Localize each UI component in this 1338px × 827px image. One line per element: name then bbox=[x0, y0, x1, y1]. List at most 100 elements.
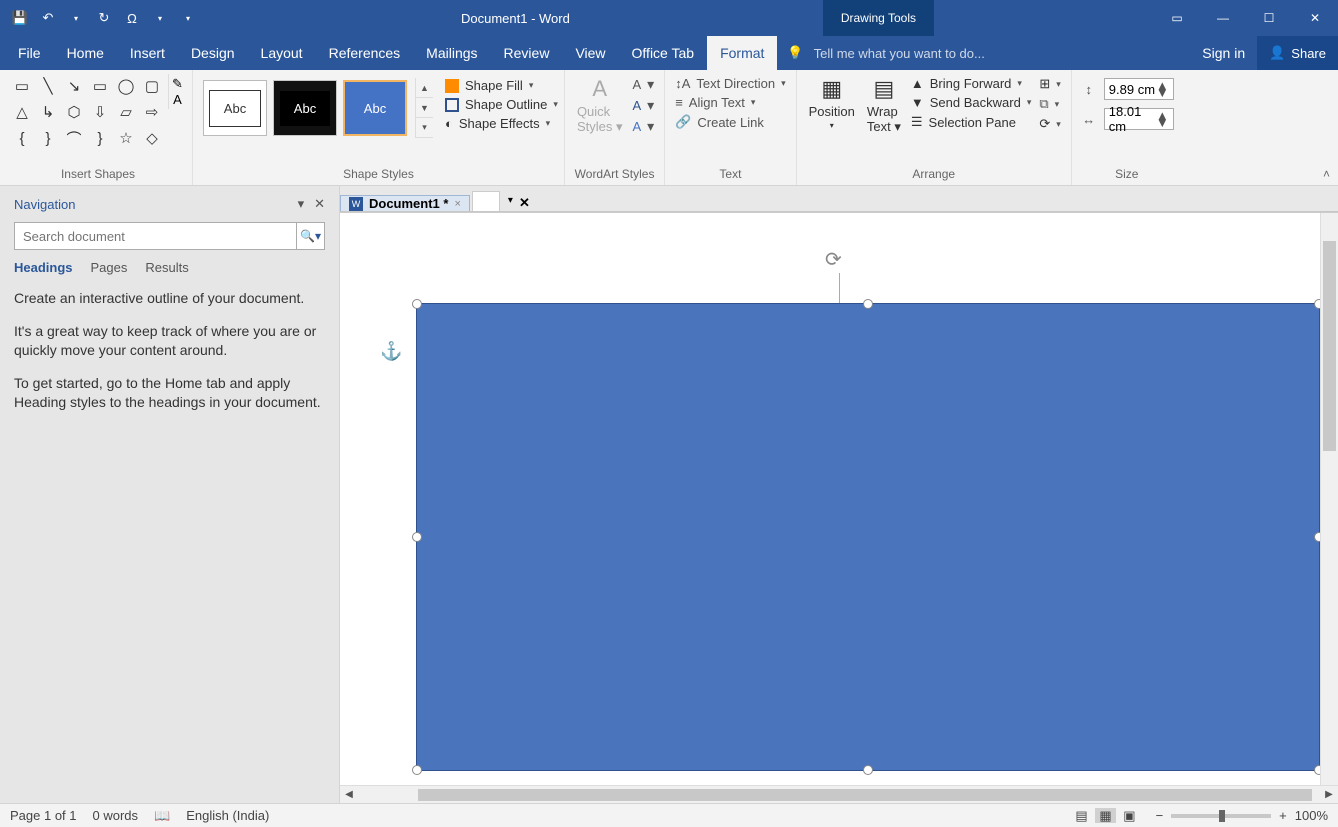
position-button[interactable]: ▦Position▾ bbox=[803, 74, 861, 132]
close-icon[interactable]: ✕ bbox=[1292, 0, 1338, 36]
shape-fill-button[interactable]: Shape Fill bbox=[445, 78, 558, 93]
zoom-in-icon[interactable]: + bbox=[1279, 808, 1287, 823]
spellcheck-icon[interactable]: 📖 bbox=[154, 808, 170, 824]
doc-tab-close-icon[interactable]: × bbox=[454, 198, 460, 210]
shape-downarrow-icon[interactable]: ⇩ bbox=[88, 100, 112, 124]
tab-insert[interactable]: Insert bbox=[117, 36, 178, 70]
shape-hexagon-icon[interactable]: ⬡ bbox=[62, 100, 86, 124]
shape-gallery[interactable]: ▭ ╲ ↘ ▭ ◯ ▢ △ ↳ ⬡ ⇩ ▱ ⇨ { } ⌒ } ☆ ◇ bbox=[10, 74, 164, 150]
shape-rect-icon[interactable]: ▭ bbox=[88, 74, 112, 98]
shape-star-icon[interactable]: ☆ bbox=[114, 126, 138, 150]
search-icon[interactable]: 🔍▾ bbox=[296, 223, 324, 249]
shape-callout-icon[interactable]: ◇ bbox=[140, 126, 164, 150]
selected-rectangle-shape[interactable] bbox=[416, 303, 1320, 771]
page-viewport[interactable]: ⟳ ⚓ bbox=[340, 212, 1338, 785]
search-input[interactable] bbox=[15, 223, 296, 249]
shape-elbow-icon[interactable]: ↳ bbox=[36, 100, 60, 124]
tab-view[interactable]: View bbox=[562, 36, 618, 70]
shape-oval-icon[interactable]: ◯ bbox=[114, 74, 138, 98]
rotate-handle-icon[interactable]: ⟳ bbox=[825, 247, 853, 275]
create-link-button[interactable]: 🔗Create Link bbox=[675, 114, 785, 130]
shape-brace-left-icon[interactable]: { bbox=[10, 126, 34, 150]
zoom-level[interactable]: 100% bbox=[1295, 808, 1328, 823]
shape-arrow-icon[interactable]: ↘ bbox=[62, 74, 86, 98]
gallery-scroll[interactable]: ▲▼▾ bbox=[415, 78, 433, 138]
textbox-insert-icon[interactable]: A bbox=[173, 92, 182, 107]
zoom-slider[interactable] bbox=[1171, 814, 1271, 818]
nav-search-box[interactable]: 🔍▾ bbox=[14, 222, 325, 250]
status-page[interactable]: Page 1 of 1 bbox=[10, 808, 77, 823]
sign-in-link[interactable]: Sign in bbox=[1190, 36, 1257, 70]
tab-mailings[interactable]: Mailings bbox=[413, 36, 490, 70]
tab-references[interactable]: References bbox=[316, 36, 414, 70]
align-text-button[interactable]: ≡Align Text bbox=[675, 95, 785, 110]
nav-tab-pages[interactable]: Pages bbox=[91, 260, 128, 275]
collapse-ribbon-icon[interactable]: ˄ bbox=[1323, 167, 1330, 181]
minimize-icon[interactable]: — bbox=[1200, 0, 1246, 36]
save-icon[interactable]: 💾 bbox=[8, 6, 32, 30]
hscroll-thumb[interactable] bbox=[418, 789, 1312, 801]
zoom-out-icon[interactable]: − bbox=[1156, 808, 1164, 823]
text-effects-button[interactable]: A▾ bbox=[632, 118, 654, 135]
print-layout-icon[interactable]: ▦ bbox=[1095, 808, 1115, 823]
resize-handle-s[interactable] bbox=[863, 765, 873, 775]
resize-handle-w[interactable] bbox=[412, 532, 422, 542]
shape-roundrect-icon[interactable]: ▢ bbox=[140, 74, 164, 98]
tab-office-tab[interactable]: Office Tab bbox=[619, 36, 708, 70]
vertical-scrollbar[interactable] bbox=[1320, 213, 1338, 785]
wrap-text-button[interactable]: ▤WrapText ▾ bbox=[861, 74, 907, 137]
web-layout-icon[interactable]: ▣ bbox=[1119, 808, 1139, 823]
shape-brace-right-icon[interactable]: } bbox=[36, 126, 60, 150]
text-fill-button[interactable]: A▾ bbox=[632, 76, 654, 93]
omega-dropdown-icon[interactable]: ▾ bbox=[148, 6, 172, 30]
shape-style-gallery[interactable]: Abc Abc Abc ▲▼▾ bbox=[199, 74, 437, 142]
tell-me-box[interactable]: 💡Tell me what you want to do... bbox=[777, 36, 1190, 70]
share-button[interactable]: 👤Share bbox=[1257, 36, 1338, 70]
tab-format[interactable]: Format bbox=[707, 36, 777, 70]
resize-handle-sw[interactable] bbox=[412, 765, 422, 775]
vscroll-thumb[interactable] bbox=[1323, 241, 1336, 451]
group-button[interactable]: ⧉ bbox=[1039, 96, 1060, 112]
shape-block-icon[interactable]: ▱ bbox=[114, 100, 138, 124]
read-mode-icon[interactable]: ▤ bbox=[1071, 808, 1091, 823]
tab-file[interactable]: File bbox=[0, 36, 54, 70]
resize-handle-n[interactable] bbox=[863, 299, 873, 309]
undo-dropdown-icon[interactable]: ▾ bbox=[64, 6, 88, 30]
undo-icon[interactable]: ↶ bbox=[36, 6, 60, 30]
shape-brace2-icon[interactable]: } bbox=[88, 126, 112, 150]
shape-rightarrow-icon[interactable]: ⇨ bbox=[140, 100, 164, 124]
ribbon-display-icon[interactable]: ▭ bbox=[1154, 0, 1200, 36]
tab-design[interactable]: Design bbox=[178, 36, 248, 70]
style-thumb-black[interactable]: Abc bbox=[273, 80, 337, 136]
width-input[interactable]: 18.01 cm▲▼ bbox=[1104, 108, 1174, 130]
zoom-slider-knob[interactable] bbox=[1219, 810, 1225, 822]
height-input[interactable]: 9.89 cm▲▼ bbox=[1104, 78, 1174, 100]
nav-dropdown-icon[interactable]: ▾ bbox=[298, 196, 305, 212]
new-tab-button[interactable] bbox=[472, 191, 500, 211]
redo-icon[interactable]: ↻ bbox=[92, 6, 116, 30]
shape-arc-icon[interactable]: ⌒ bbox=[62, 126, 86, 150]
nav-close-icon[interactable]: ✕ bbox=[314, 196, 325, 212]
shape-triangle-icon[interactable]: △ bbox=[10, 100, 34, 124]
shape-effects-button[interactable]: ◐Shape Effects bbox=[445, 116, 558, 131]
shape-outline-button[interactable]: Shape Outline bbox=[445, 97, 558, 112]
document-tab[interactable]: W Document1 * × bbox=[340, 195, 470, 211]
omega-icon[interactable]: Ω bbox=[120, 6, 144, 30]
nav-tab-headings[interactable]: Headings bbox=[14, 260, 73, 275]
status-words[interactable]: 0 words bbox=[93, 808, 139, 823]
tab-home[interactable]: Home bbox=[54, 36, 117, 70]
horizontal-scrollbar[interactable]: ◀ ▶ bbox=[340, 785, 1338, 803]
text-direction-button[interactable]: ↕AText Direction bbox=[675, 76, 785, 91]
shape-textbox-icon[interactable]: ▭ bbox=[10, 74, 34, 98]
nav-tab-results[interactable]: Results bbox=[145, 260, 188, 275]
quick-styles-button[interactable]: A QuickStyles ▾ bbox=[571, 74, 629, 137]
status-language[interactable]: English (India) bbox=[186, 808, 269, 823]
style-thumb-white[interactable]: Abc bbox=[203, 80, 267, 136]
bring-forward-button[interactable]: ▲Bring Forward bbox=[911, 76, 1031, 91]
resize-handle-nw[interactable] bbox=[412, 299, 422, 309]
align-button[interactable]: ⊞ bbox=[1039, 76, 1060, 92]
tab-review[interactable]: Review bbox=[491, 36, 563, 70]
tab-close-all-icon[interactable]: ✕ bbox=[519, 195, 530, 211]
rotate-button[interactable]: ⟳ bbox=[1039, 116, 1060, 132]
qat-customize-icon[interactable]: ▾ bbox=[176, 6, 200, 30]
